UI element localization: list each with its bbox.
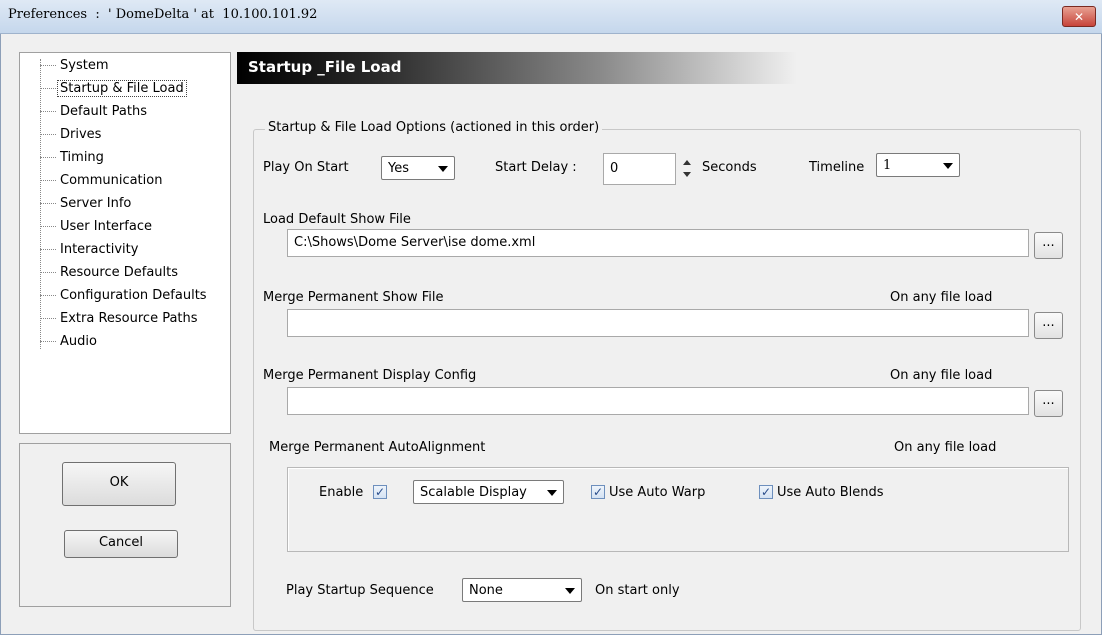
startup-sequence-label: Play Startup Sequence bbox=[286, 583, 434, 598]
use-auto-blends-label: Use Auto Blends bbox=[777, 485, 884, 500]
tree-item-extra-resource-paths[interactable]: Extra Resource Paths bbox=[20, 307, 198, 330]
tree-item-interactivity[interactable]: Interactivity bbox=[20, 238, 138, 261]
close-icon: ✕ bbox=[1073, 9, 1085, 24]
dropdown-arrow-icon bbox=[943, 163, 953, 169]
check-icon: ✓ bbox=[374, 485, 386, 499]
tree-item-configuration-defaults[interactable]: Configuration Defaults bbox=[20, 284, 207, 307]
play-on-start-label: Play On Start bbox=[263, 160, 349, 175]
seconds-unit-label: Seconds bbox=[702, 160, 757, 175]
title-bar: Preferences : ' DomeDelta ' at 10.100.10… bbox=[0, 0, 1102, 34]
cancel-button[interactable]: Cancel bbox=[64, 530, 178, 558]
use-auto-blends-checkbox[interactable]: ✓ bbox=[759, 485, 773, 499]
tree-item-label: Communication bbox=[60, 173, 163, 188]
tree-item-audio[interactable]: Audio bbox=[20, 330, 97, 353]
category-tree[interactable]: System Startup & File Load Default Paths… bbox=[19, 52, 231, 434]
load-default-show-browse-button[interactable]: ... bbox=[1034, 232, 1063, 259]
start-delay-label: Start Delay : bbox=[495, 160, 577, 175]
spin-down-icon[interactable] bbox=[683, 172, 691, 177]
display-type-value: Scalable Display bbox=[420, 485, 527, 500]
tree-item-server-info[interactable]: Server Info bbox=[20, 192, 131, 215]
section-title: Startup _File Load bbox=[248, 58, 402, 76]
section-header: Startup _File Load bbox=[237, 52, 797, 84]
start-delay-value: 0 bbox=[610, 161, 619, 176]
timeline-value: 1 bbox=[883, 158, 892, 173]
check-icon: ✓ bbox=[592, 485, 604, 499]
enable-label: Enable bbox=[319, 485, 364, 500]
merge-display-note: On any file load bbox=[890, 368, 993, 383]
close-button[interactable]: ✕ bbox=[1062, 6, 1096, 27]
startup-sequence-note: On start only bbox=[595, 583, 680, 598]
merge-display-browse-button[interactable]: ... bbox=[1034, 390, 1063, 417]
use-auto-warp-label: Use Auto Warp bbox=[609, 485, 706, 500]
tree-item-label: Configuration Defaults bbox=[60, 288, 207, 303]
merge-show-note: On any file load bbox=[890, 290, 993, 305]
tree-item-label: Interactivity bbox=[60, 242, 139, 257]
tree-item-user-interface[interactable]: User Interface bbox=[20, 215, 152, 238]
load-default-show-label: Load Default Show File bbox=[263, 212, 411, 227]
tree-item-label: Server Info bbox=[60, 196, 132, 211]
tree-item-default-paths[interactable]: Default Paths bbox=[20, 100, 147, 123]
tree-item-resource-defaults[interactable]: Resource Defaults bbox=[20, 261, 178, 284]
timeline-select[interactable]: 1 bbox=[876, 153, 960, 177]
play-on-start-select[interactable]: Yes bbox=[381, 156, 455, 180]
tree-item-label: Startup & File Load bbox=[57, 80, 187, 97]
start-delay-spinner[interactable] bbox=[680, 154, 694, 184]
start-delay-input[interactable]: 0 bbox=[603, 153, 676, 185]
tree-item-label: Resource Defaults bbox=[60, 265, 179, 280]
tree-item-timing[interactable]: Timing bbox=[20, 146, 104, 169]
timeline-label: Timeline bbox=[809, 160, 865, 175]
merge-display-label: Merge Permanent Display Config bbox=[263, 368, 477, 383]
tree-item-communication[interactable]: Communication bbox=[20, 169, 162, 192]
tree-item-label: System bbox=[60, 58, 109, 73]
tree-item-label: Extra Resource Paths bbox=[60, 311, 198, 326]
autoalign-panel bbox=[287, 467, 1069, 552]
tree-item-system[interactable]: System bbox=[20, 54, 108, 77]
display-type-select[interactable]: Scalable Display bbox=[413, 480, 564, 504]
spin-up-icon[interactable] bbox=[683, 160, 691, 165]
merge-autoalign-note: On any file load bbox=[894, 440, 997, 455]
tree-item-drives[interactable]: Drives bbox=[20, 123, 101, 146]
startup-sequence-select[interactable]: None bbox=[462, 578, 582, 602]
dropdown-arrow-icon bbox=[438, 166, 448, 172]
tree-item-startup-file-load[interactable]: Startup & File Load bbox=[20, 77, 187, 100]
startup-sequence-value: None bbox=[469, 583, 503, 598]
tree-item-label: Timing bbox=[60, 150, 104, 165]
load-default-show-value: C:\Shows\Dome Server\ise dome.xml bbox=[294, 235, 536, 250]
window-title: Preferences : ' DomeDelta ' at 10.100.10… bbox=[8, 7, 318, 22]
dialog-buttons-panel: OK Cancel bbox=[19, 443, 231, 607]
ok-button[interactable]: OK bbox=[62, 462, 176, 506]
merge-show-input[interactable] bbox=[287, 309, 1029, 337]
merge-show-browse-button[interactable]: ... bbox=[1034, 312, 1063, 339]
merge-autoalign-label: Merge Permanent AutoAlignment bbox=[269, 440, 486, 455]
merge-show-label: Merge Permanent Show File bbox=[263, 290, 444, 305]
load-default-show-input[interactable]: C:\Shows\Dome Server\ise dome.xml bbox=[287, 229, 1029, 257]
tree-item-label: Default Paths bbox=[60, 104, 147, 119]
tree-item-label: Drives bbox=[60, 127, 102, 142]
tree-item-label: User Interface bbox=[60, 219, 152, 234]
group-title: Startup & File Load Options (actioned in… bbox=[265, 120, 603, 135]
check-icon: ✓ bbox=[760, 485, 772, 499]
play-on-start-value: Yes bbox=[388, 161, 409, 176]
dropdown-arrow-icon bbox=[565, 588, 575, 594]
tree-item-label: Audio bbox=[60, 334, 97, 349]
dropdown-arrow-icon bbox=[547, 490, 557, 496]
use-auto-warp-checkbox[interactable]: ✓ bbox=[591, 485, 605, 499]
enable-checkbox[interactable]: ✓ bbox=[373, 485, 387, 499]
merge-display-input[interactable] bbox=[287, 387, 1029, 415]
